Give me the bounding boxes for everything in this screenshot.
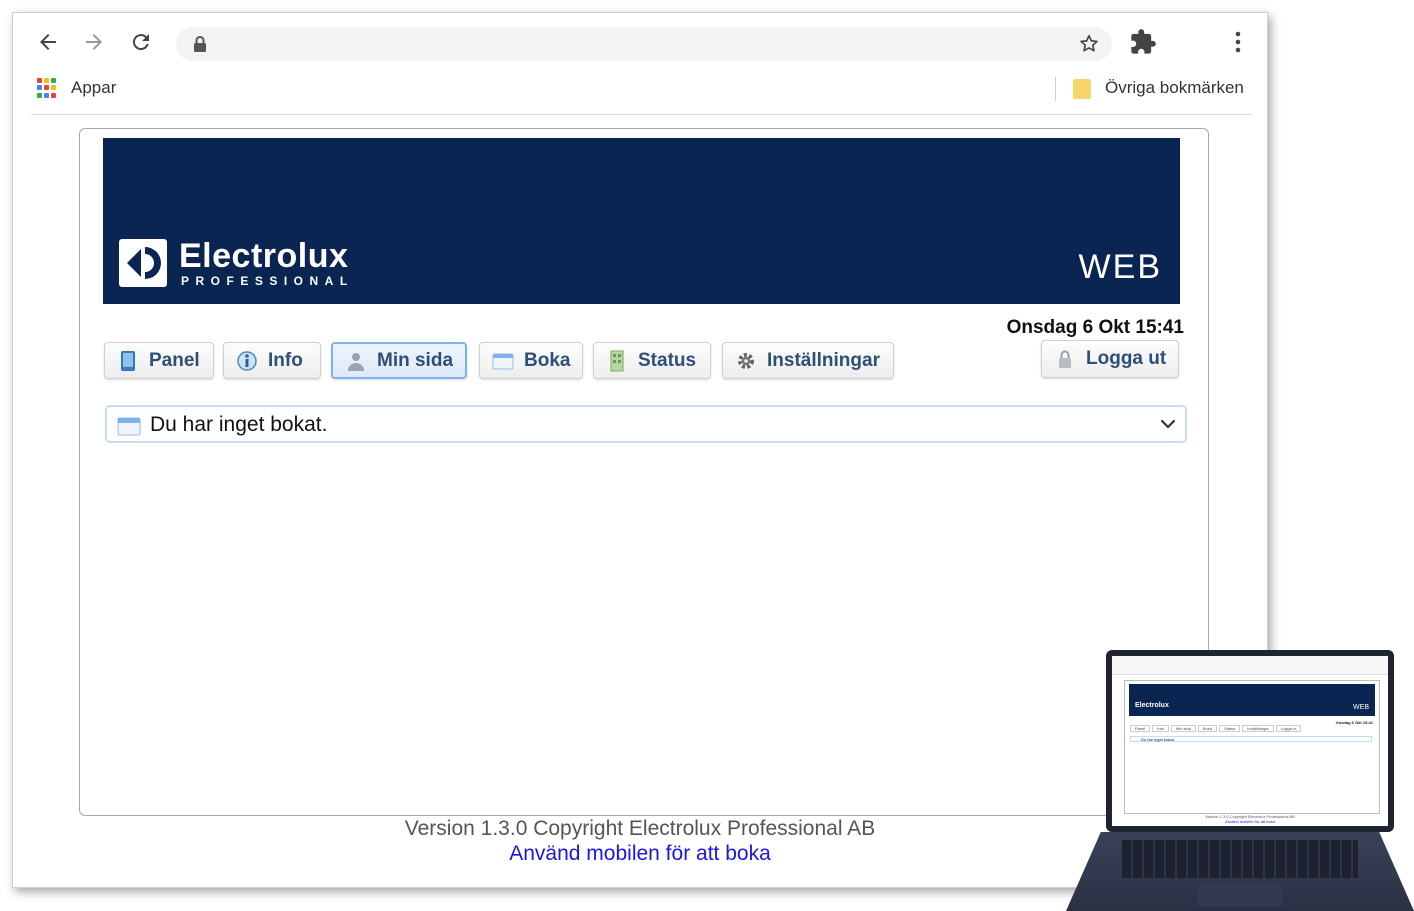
apps-grid-icon[interactable]: [37, 78, 57, 98]
calendar-icon: [492, 350, 514, 372]
lock-icon: [1054, 348, 1076, 370]
booking-select-value: Du har inget bokat.: [150, 413, 328, 436]
mini-tab: Inställningar: [1242, 725, 1274, 732]
address-bar[interactable]: [176, 27, 1112, 61]
tab-boka[interactable]: Boka: [479, 342, 583, 379]
tab-label: Boka: [524, 349, 571, 371]
laptop-preview-image: Electrolux WEB Onsdag 6 Okt 15:41 Panel I…: [1066, 650, 1414, 911]
tab-status[interactable]: Status: [593, 342, 711, 379]
user-icon: [345, 350, 367, 372]
tab-label: Status: [638, 349, 697, 371]
mini-tab: Logga ut: [1275, 725, 1302, 732]
current-datetime: Onsdag 6 Okt 15:41: [1006, 317, 1184, 338]
chevron-down-icon: [1160, 419, 1176, 429]
toolbar-divider: [31, 114, 1251, 115]
tab-min-sida[interactable]: Min sida: [331, 342, 467, 379]
brand-subtitle: PROFESSIONAL: [181, 274, 354, 288]
laptop-keyboard: [1122, 840, 1358, 878]
mini-link: Använd mobilen för att boka: [1225, 819, 1275, 824]
mini-tab: Min sida: [1170, 725, 1196, 732]
mini-tabs: Panel Info Min sida Boka Status Inställningar…: [1130, 725, 1303, 732]
calendar-icon: [117, 417, 141, 436]
logout-button[interactable]: Logga ut: [1041, 340, 1179, 378]
bookmark-star-icon[interactable]: [1078, 33, 1100, 55]
folder-icon: [1073, 79, 1091, 99]
apps-bookmark[interactable]: Appar: [71, 78, 116, 98]
lock-icon: [194, 36, 206, 52]
mini-page: Electrolux WEB Onsdag 6 Okt 15:41 Panel I…: [1124, 680, 1380, 814]
mini-date: Onsdag 6 Okt 15:41: [1335, 720, 1373, 725]
tab-installningar[interactable]: Inställningar: [722, 342, 894, 379]
mini-brand: Electrolux: [1135, 702, 1169, 709]
electrolux-logo-icon: [119, 239, 167, 287]
mini-browser-chrome: [1112, 656, 1388, 675]
mini-tab: Boka: [1197, 725, 1217, 732]
back-icon[interactable]: [33, 27, 63, 57]
other-bookmarks[interactable]: Övriga bokmärken: [1105, 78, 1244, 98]
laptop-screen: Electrolux WEB Onsdag 6 Okt 15:41 Panel I…: [1112, 656, 1388, 826]
bookmark-separator: [1055, 77, 1056, 101]
browser-toolbar: [13, 13, 1267, 71]
building-icon: [606, 350, 628, 372]
logout-label: Logga ut: [1086, 348, 1167, 369]
brand-name: Electrolux: [179, 237, 349, 275]
mini-banner: Electrolux WEB: [1129, 684, 1375, 716]
tab-label: Info: [268, 349, 303, 371]
mini-tab: Info: [1152, 725, 1169, 732]
tab-label: Min sida: [377, 349, 454, 371]
laptop-touchpad: [1198, 884, 1282, 906]
mini-tab: Panel: [1130, 725, 1151, 732]
mini-footer: Version 1.3.0 Copyright Electrolux Profe…: [1112, 814, 1388, 824]
reload-icon[interactable]: [126, 27, 156, 57]
info-icon: [236, 350, 258, 372]
web-label: WEB: [1078, 248, 1162, 286]
tab-info[interactable]: Info: [223, 342, 321, 379]
gear-icon: [735, 350, 757, 372]
more-menu-icon[interactable]: [1227, 28, 1249, 56]
forward-icon[interactable]: [79, 27, 109, 57]
booking-select[interactable]: Du har inget bokat.: [105, 405, 1187, 443]
tab-panel[interactable]: Panel: [104, 342, 214, 379]
mini-web: WEB: [1353, 704, 1369, 711]
url-text: [218, 34, 1042, 54]
tab-label: Panel: [149, 349, 200, 371]
extensions-icon[interactable]: [1129, 28, 1157, 56]
page-content: Electrolux PROFESSIONAL WEB Onsdag 6 Okt…: [79, 128, 1209, 816]
tab-label: Inställningar: [767, 349, 880, 371]
mini-tab: Status: [1218, 725, 1241, 732]
mini-select: Du har inget bokat.: [1130, 736, 1372, 742]
tablet-icon: [117, 350, 139, 372]
header-banner: Electrolux PROFESSIONAL WEB: [103, 138, 1180, 304]
